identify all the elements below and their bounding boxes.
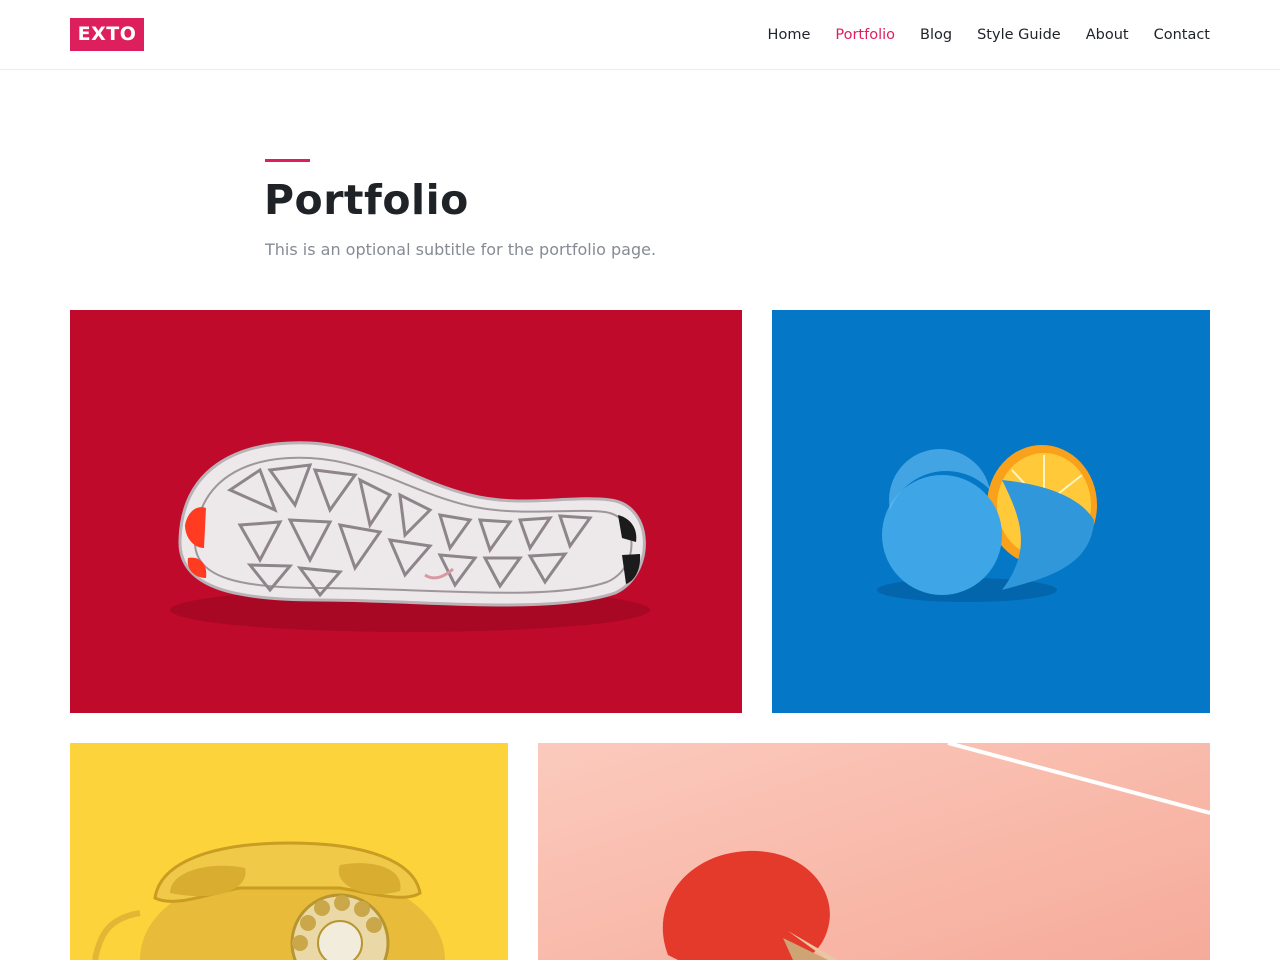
title-accent-line xyxy=(265,159,310,162)
site-header: EXTO Home Portfolio Blog Style Guide Abo… xyxy=(0,0,1280,70)
nav-item-style-guide[interactable]: Style Guide xyxy=(977,27,1061,43)
nav-item-blog[interactable]: Blog xyxy=(920,27,952,43)
blue-orange-image xyxy=(772,310,1210,713)
page-subtitle: This is an optional subtitle for the por… xyxy=(265,240,657,259)
portfolio-item-orange[interactable] xyxy=(772,310,1210,713)
sneaker-sole-image xyxy=(70,310,742,713)
yellow-rotary-phone-image xyxy=(70,743,508,960)
site-logo[interactable]: EXTO xyxy=(70,18,144,51)
nav-item-portfolio[interactable]: Portfolio xyxy=(835,27,895,43)
portfolio-item-phone[interactable] xyxy=(70,743,508,960)
nav-item-home[interactable]: Home xyxy=(768,27,811,43)
portfolio-item-sneaker[interactable] xyxy=(70,310,742,713)
portfolio-item-paddle[interactable] xyxy=(538,743,1210,960)
main-nav: Home Portfolio Blog Style Guide About Co… xyxy=(743,0,1210,70)
page-title: Portfolio xyxy=(264,176,469,224)
nav-item-about[interactable]: About xyxy=(1086,27,1129,43)
ping-pong-paddle-image xyxy=(538,743,1210,960)
nav-item-contact[interactable]: Contact xyxy=(1154,27,1210,43)
